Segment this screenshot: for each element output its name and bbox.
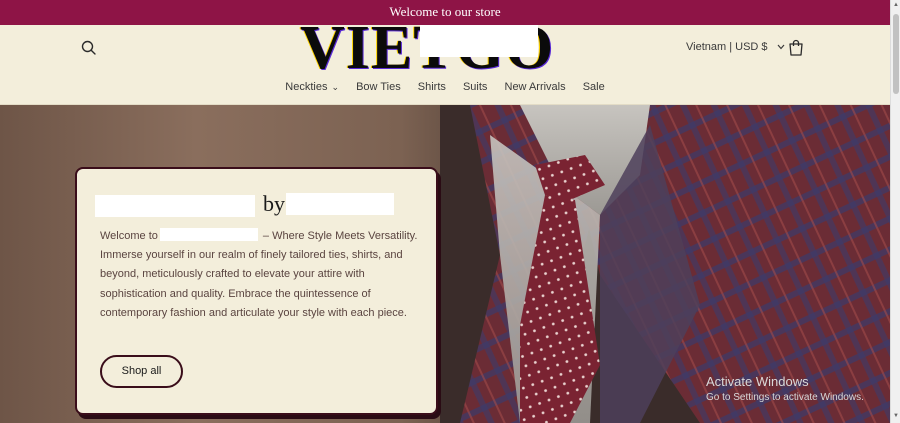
hero-banner: by Welcome to – Where Style Meets Versat… bbox=[0, 105, 890, 423]
hero-body-prefix: Welcome to bbox=[100, 230, 158, 242]
hero-body-line1-suffix: – Where Style Meets bbox=[259, 230, 366, 242]
page-scrollbar[interactable]: ▲ ▼ bbox=[890, 0, 900, 423]
scroll-thumb[interactable] bbox=[893, 14, 899, 94]
search-button[interactable] bbox=[79, 38, 99, 58]
hero-description: Welcome to – Where Style Meets Versatili… bbox=[100, 227, 420, 323]
nav-item-shirts[interactable]: Shirts bbox=[418, 81, 446, 93]
scroll-down-arrow-icon[interactable]: ▼ bbox=[893, 413, 899, 419]
hero-content-card: by Welcome to – Where Style Meets Versat… bbox=[75, 167, 438, 415]
nav-item-new-arrivals[interactable]: New Arrivals bbox=[505, 81, 566, 93]
watermark-subtitle: Go to Settings to activate Windows. bbox=[706, 392, 864, 403]
chevron-down-icon: ⌄ bbox=[331, 82, 340, 92]
nav-item-suits[interactable]: Suits bbox=[463, 81, 487, 93]
nav-item-neckties[interactable]: Neckties ⌄ bbox=[285, 81, 339, 93]
shop-all-button[interactable]: Shop all bbox=[100, 355, 183, 388]
site-header: VIETGO Vietnam | USD $ Neckties⌄ Bow Tie… bbox=[0, 17, 890, 105]
hero-body-rest: Versatility. Immerse yourself in our rea… bbox=[100, 230, 418, 319]
redacted-block bbox=[420, 25, 538, 57]
cart-button[interactable] bbox=[786, 38, 806, 58]
chevron-down-icon bbox=[777, 41, 785, 53]
nav-item-sale[interactable]: Sale bbox=[583, 81, 605, 93]
hero-title-connector: by bbox=[263, 191, 285, 216]
site-logo[interactable]: VIETGO bbox=[300, 17, 580, 79]
country-currency-selector[interactable]: Vietnam | USD $ bbox=[686, 41, 785, 53]
cart-icon bbox=[789, 39, 803, 56]
search-icon bbox=[81, 40, 96, 55]
redacted-block bbox=[159, 228, 258, 241]
main-nav: Neckties ⌄ Bow Ties Shirts Suits New Arri… bbox=[0, 81, 890, 93]
redacted-block bbox=[95, 195, 255, 217]
watermark-title: Activate Windows bbox=[706, 374, 809, 389]
locale-label: Vietnam | USD $ bbox=[686, 41, 768, 53]
scroll-up-arrow-icon[interactable]: ▲ bbox=[893, 2, 899, 8]
redacted-block bbox=[286, 193, 394, 215]
windows-activation-watermark: Activate Windows Go to Settings to activ… bbox=[706, 374, 864, 403]
nav-item-bow-ties[interactable]: Bow Ties bbox=[356, 81, 401, 93]
